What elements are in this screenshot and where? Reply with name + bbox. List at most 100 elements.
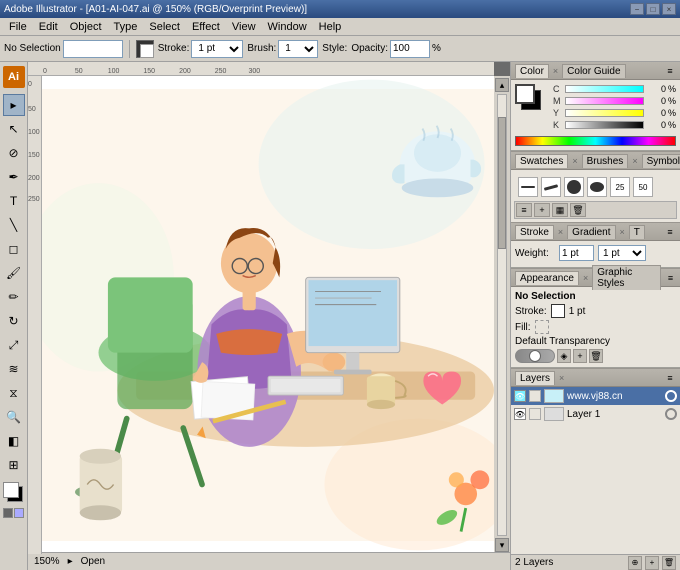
normal-mode-btn[interactable]: [3, 508, 13, 518]
swatch-new[interactable]: +: [534, 203, 550, 217]
opacity-input[interactable]: [390, 40, 430, 58]
vertical-scrollbar[interactable]: ▴ ▾: [494, 76, 510, 554]
tool-line[interactable]: ╲: [3, 214, 25, 236]
tool-paintbrush[interactable]: 🖌: [3, 262, 25, 284]
scroll-up-btn[interactable]: ▴: [495, 78, 509, 92]
transparency-track[interactable]: [515, 349, 555, 363]
layers-make-sublayer[interactable]: ⊕: [628, 556, 642, 570]
brush-6[interactable]: 50: [633, 177, 653, 197]
color-swatches[interactable]: [3, 482, 25, 504]
close-button[interactable]: ×: [662, 3, 676, 15]
tool-gradient[interactable]: ◧: [3, 430, 25, 452]
appearance-btn2[interactable]: +: [573, 349, 587, 363]
menu-effect[interactable]: Effect: [187, 20, 225, 34]
brush-1[interactable]: [518, 177, 538, 197]
maximize-button[interactable]: □: [646, 3, 660, 15]
appearance-btn3[interactable]: 🗑: [589, 349, 603, 363]
color-spectrum[interactable]: [515, 136, 676, 146]
color-guide-tab[interactable]: Color Guide: [562, 64, 625, 78]
scroll-thumb-v[interactable]: [498, 117, 506, 249]
menu-edit[interactable]: Edit: [34, 20, 63, 34]
brush-3[interactable]: [564, 177, 584, 197]
layer-2-target[interactable]: [665, 408, 677, 420]
menu-bar: File Edit Object Type Select Effect View…: [0, 18, 680, 36]
layer-1-visibility[interactable]: 👁: [514, 390, 526, 402]
color-tab[interactable]: Color: [515, 64, 549, 78]
scroll-down-btn[interactable]: ▾: [495, 538, 509, 552]
appearance-btn1[interactable]: ◈: [557, 349, 571, 363]
layer-2-visibility[interactable]: 👁: [514, 408, 526, 420]
menu-file[interactable]: File: [4, 20, 32, 34]
artboard[interactable]: [42, 76, 494, 554]
swatch-delete[interactable]: 🗑: [570, 203, 586, 217]
layer-1-lock[interactable]: [529, 390, 541, 402]
canvas-area: 0 50 100 150 200 250 300 0 50 100 150 20…: [28, 62, 510, 570]
tool-warp[interactable]: ≋: [3, 358, 25, 380]
color-panel-close[interactable]: ≡: [664, 65, 676, 77]
swatches-tab[interactable]: Swatches: [515, 154, 568, 168]
swatch-show-kinds[interactable]: ≡: [516, 203, 532, 217]
tool-eyedrop[interactable]: 🔍: [3, 406, 25, 428]
appearance-panel-close[interactable]: ≡: [665, 272, 676, 284]
appearance-tab[interactable]: Appearance: [515, 271, 579, 285]
tool-lasso[interactable]: ⊘: [3, 142, 25, 164]
weight-select[interactable]: 1 pt0.5 pt2 pt: [598, 245, 646, 261]
minimize-button[interactable]: −: [630, 3, 644, 15]
layer-item-1[interactable]: 👁 www.vj88.cn: [511, 387, 680, 405]
selection-input[interactable]: [63, 40, 123, 58]
k-slider[interactable]: [565, 121, 644, 129]
layer-2-lock[interactable]: [529, 408, 541, 420]
brush-4[interactable]: [587, 177, 607, 197]
menu-type[interactable]: Type: [109, 20, 143, 34]
toolbar-sep1: [129, 40, 130, 58]
menu-object[interactable]: Object: [65, 20, 107, 34]
weight-input[interactable]: [559, 245, 594, 261]
fg-color-swatch[interactable]: [515, 84, 535, 104]
tool-pen[interactable]: ✒: [3, 166, 25, 188]
layers-panel-section: Layers × ≡ 👁 www.vj88.cn 👁 L: [511, 369, 680, 570]
gradient-tab[interactable]: Gradient: [567, 225, 615, 239]
brush-select[interactable]: 1: [278, 40, 318, 58]
stroke-panel-close[interactable]: ≡: [664, 226, 676, 238]
tool-pencil[interactable]: ✏: [3, 286, 25, 308]
tool-select[interactable]: ▸: [3, 94, 25, 116]
tool-blend[interactable]: ⧖: [3, 382, 25, 404]
tool-type[interactable]: T: [3, 190, 25, 212]
c-slider[interactable]: [565, 85, 644, 93]
menu-help[interactable]: Help: [314, 20, 347, 34]
m-slider[interactable]: [565, 97, 644, 105]
menu-window[interactable]: Window: [263, 20, 312, 34]
color-panel-section: Color × Color Guide ≡ C 0: [511, 62, 680, 152]
graphic-styles-tab[interactable]: Graphic Styles: [592, 265, 661, 290]
symbols-tab[interactable]: Symbols: [642, 154, 680, 168]
layers-new-layer[interactable]: +: [645, 556, 659, 570]
stroke-color-indicator[interactable]: [551, 304, 565, 318]
layer-1-target[interactable]: [665, 390, 677, 402]
stroke-select[interactable]: 1 pt0.5 pt2 pt: [191, 40, 243, 58]
menu-view[interactable]: View: [227, 20, 261, 34]
stroke-tab[interactable]: Stroke: [515, 225, 554, 239]
tool-mesh[interactable]: ⊞: [3, 454, 25, 476]
brushes-tab[interactable]: Brushes: [582, 154, 629, 168]
tool-rect[interactable]: ◻: [3, 238, 25, 260]
preview-mode-btn[interactable]: [14, 508, 24, 518]
swatch-libraries[interactable]: ▦: [552, 203, 568, 217]
cmyk-sliders: C 0 % M 0 % Y: [553, 84, 676, 132]
layers-tab[interactable]: Layers: [515, 371, 555, 385]
tool-rotate[interactable]: ↻: [3, 310, 25, 332]
stroke-color-box[interactable]: [136, 40, 154, 58]
m-percent: %: [668, 96, 676, 106]
scroll-track-v[interactable]: [497, 94, 507, 536]
brush-2[interactable]: [541, 177, 561, 197]
tool-scale[interactable]: ⤢: [3, 334, 25, 356]
main-area: Ai ▸ ↖ ⊘ ✒ T ╲ ◻ 🖌 ✏ ↻ ⤢ ≋ ⧖ 🔍 ◧ ⊞ 0 50 …: [0, 62, 680, 570]
fill-color-indicator[interactable]: [535, 320, 549, 334]
transparency-tab[interactable]: T: [629, 225, 645, 239]
y-slider[interactable]: [565, 109, 644, 117]
tool-direct-select[interactable]: ↖: [3, 118, 25, 140]
layers-panel-close[interactable]: ≡: [664, 372, 676, 384]
menu-select[interactable]: Select: [144, 20, 185, 34]
layer-item-2[interactable]: 👁 Layer 1: [511, 405, 680, 423]
brush-5[interactable]: 25: [610, 177, 630, 197]
layers-delete[interactable]: 🗑: [662, 556, 676, 570]
